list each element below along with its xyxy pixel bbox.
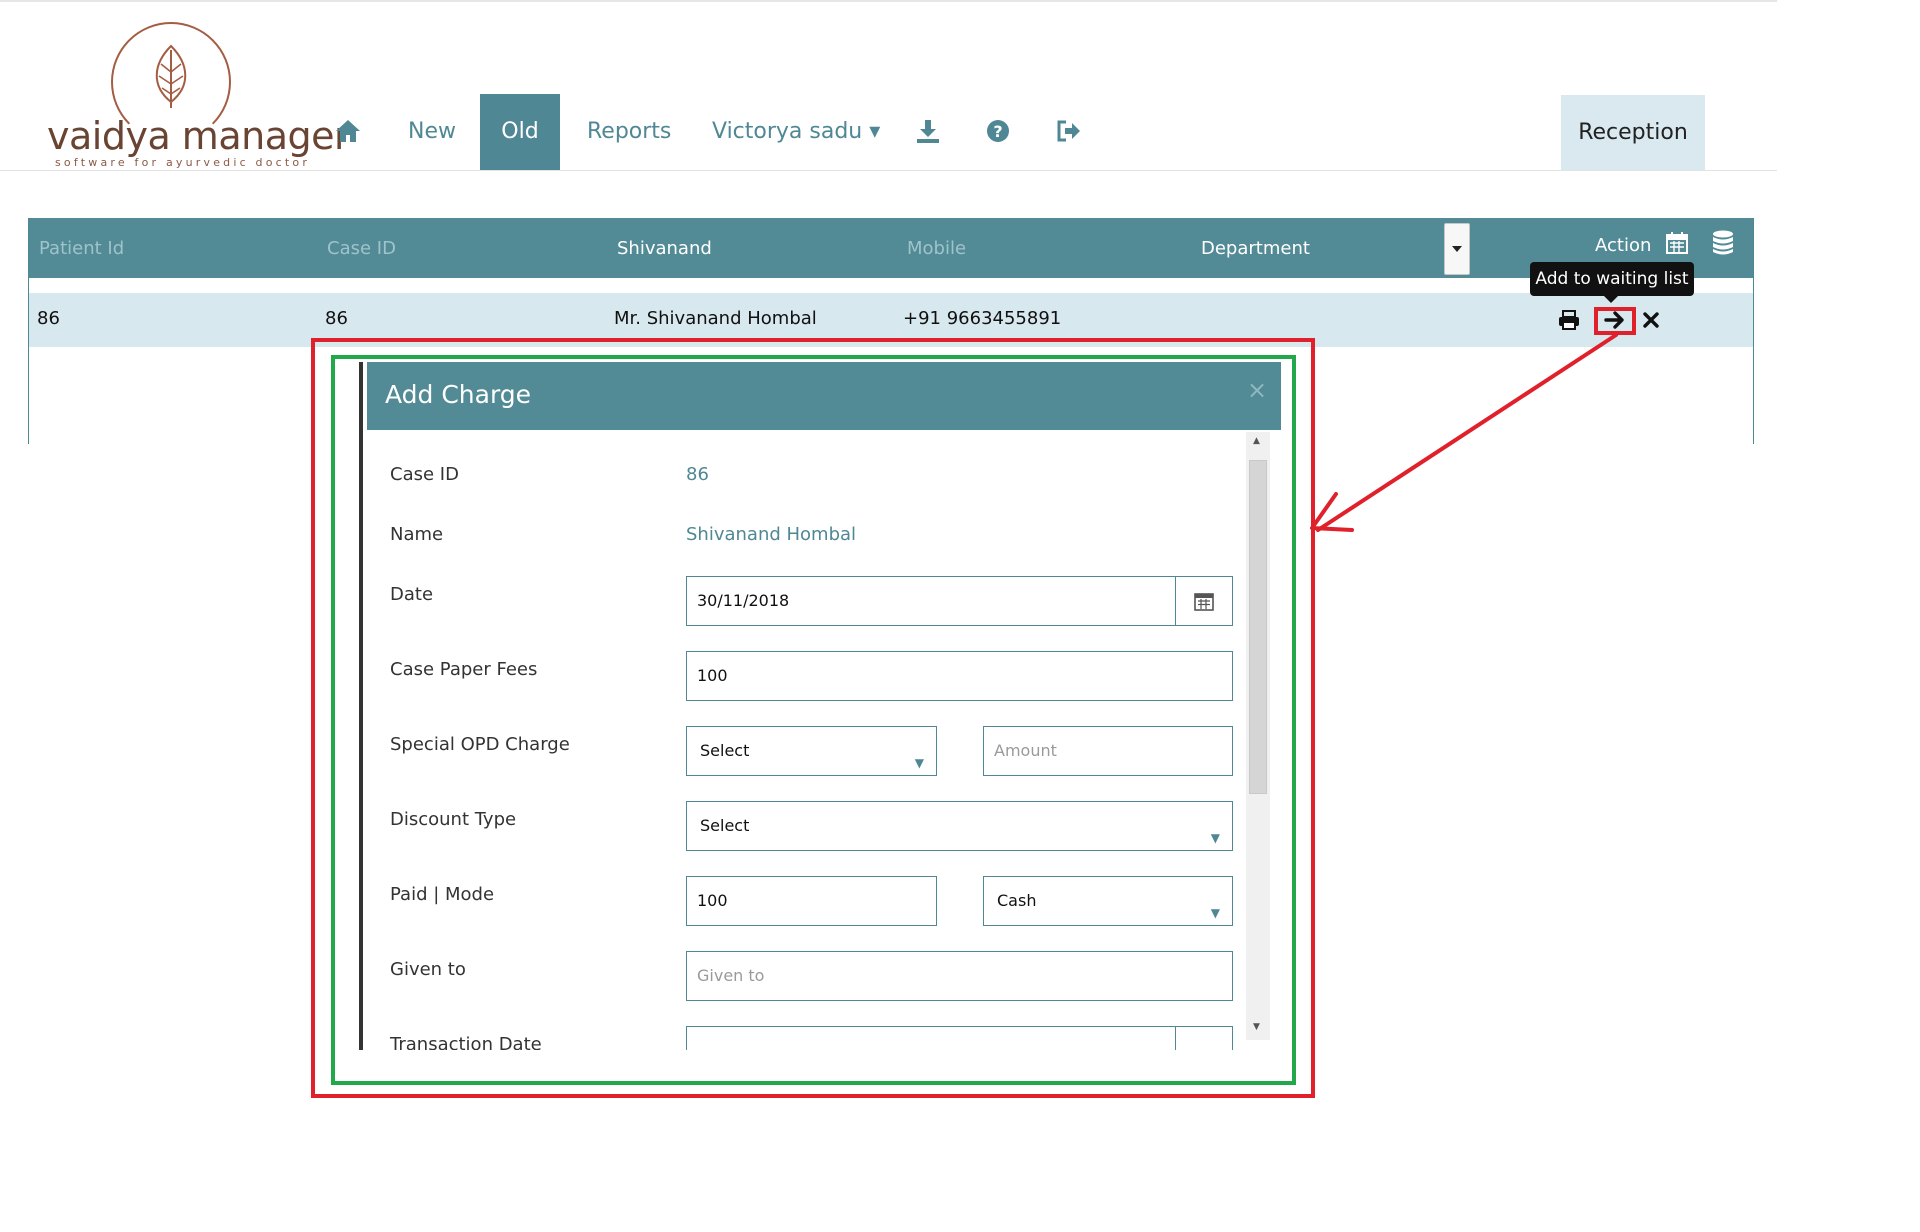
scroll-thumb[interactable] [1249,460,1267,794]
label-case-paper-fees: Case Paper Fees [390,659,538,680]
value-name: Shivanand Hombal [686,524,857,545]
add-charge-modal: Add Charge × Case ID 86 Name Shivanand H… [359,362,1281,1050]
chevron-down-icon: ▼ [914,756,924,770]
label-name: Name [390,524,444,545]
chevron-down-icon: ▼ [1210,906,1220,920]
label-paid-mode: Paid | Mode [390,884,495,905]
label-discount-type: Discount Type [390,809,517,830]
date-value: 30/11/2018 [697,591,790,610]
transaction-date-picker-button[interactable] [1175,1027,1232,1050]
date-input[interactable]: 30/11/2018 [686,576,1233,626]
discount-type-select[interactable]: Select ▼ [686,801,1233,851]
label-given-to: Given to [390,959,466,980]
chevron-down-icon: ▼ [1210,831,1220,845]
modal-close-button[interactable]: × [1247,376,1267,404]
label-special-opd: Special OPD Charge [390,734,570,755]
modal-title: Add Charge [385,380,532,409]
transaction-date-input[interactable] [686,1026,1233,1050]
discount-type-select-value: Select [700,816,750,835]
label-case-id: Case ID [390,464,459,485]
date-picker-button[interactable] [1175,577,1232,625]
value-case-id: 86 [686,464,709,485]
scroll-down-arrow[interactable]: ▼ [1253,1022,1260,1032]
calendar-icon [1194,593,1214,611]
paid-input[interactable]: 100 [686,876,937,926]
modal-header: Add Charge × [367,362,1281,430]
modal-scrollbar[interactable]: ▲ ▼ [1246,432,1270,1040]
amount-input[interactable]: Amount [983,726,1233,776]
special-opd-select[interactable]: Select ▼ [686,726,937,776]
case-paper-fees-input[interactable]: 100 [686,651,1233,701]
special-opd-select-value: Select [700,741,750,760]
given-to-input[interactable]: Given to [686,951,1233,1001]
payment-mode-select[interactable]: Cash ▼ [983,876,1233,926]
label-transaction-date: Transaction Date [390,1034,542,1050]
payment-mode-value: Cash [997,891,1037,910]
scroll-up-arrow[interactable]: ▲ [1253,436,1260,446]
label-date: Date [390,584,434,605]
